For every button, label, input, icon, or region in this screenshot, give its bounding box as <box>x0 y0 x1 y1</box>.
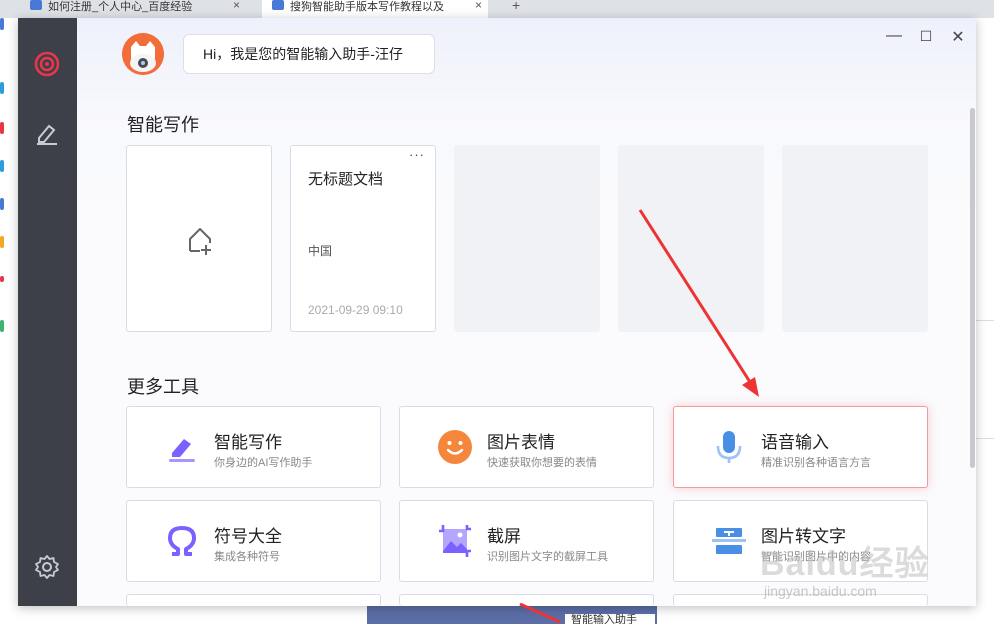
watermark-url: jingyan.baidu.com <box>764 583 877 599</box>
bottom-tooltip: 智能输入助手 <box>565 614 655 624</box>
assistant-window: Hi，我是您的智能输入助手-汪仔 — ☐ ✕ 智能写作 ··· 无标题文档 中国… <box>18 18 976 606</box>
favicon-icon <box>272 0 284 10</box>
document-title: 无标题文档 <box>308 171 384 188</box>
more-menu-icon[interactable]: ··· <box>409 147 425 162</box>
page-fragment-mark <box>0 320 4 332</box>
tool-name: 智能写作 <box>214 433 282 452</box>
ai-writing-icon <box>169 439 195 462</box>
browser-tab[interactable]: 如何注册_个人中心_百度经验 × <box>20 0 246 18</box>
tool-desc: 识别图片文字的截屏工具 <box>487 551 608 563</box>
background-page-right <box>976 18 994 624</box>
greeting-bubble: Hi，我是您的智能输入助手-汪仔 <box>183 34 435 74</box>
tool-name: 语音输入 <box>761 433 829 452</box>
document-location: 中国 <box>308 244 333 258</box>
page-fragment-mark <box>0 18 4 30</box>
screenshot-icon <box>439 525 471 557</box>
page-fragment-mark <box>0 236 4 248</box>
tool-name: 符号大全 <box>214 527 282 546</box>
close-button[interactable]: ✕ <box>949 27 967 47</box>
browser-tab-title: 搜狗智能助手版本写作教程以及 <box>290 1 444 13</box>
new-tab-button[interactable]: + <box>512 0 520 13</box>
page-fragment-mark <box>0 122 4 134</box>
new-document-icon <box>189 228 211 255</box>
page-fragment-mark <box>0 160 4 172</box>
tool-desc: 精准识别各种语言方言 <box>761 457 871 469</box>
minimize-button[interactable]: — <box>885 27 903 45</box>
page-fragment-mark <box>0 82 4 94</box>
image-to-text-icon <box>712 528 746 554</box>
emoji-icon <box>438 430 472 464</box>
document-placeholder <box>782 145 928 332</box>
document-placeholder <box>618 145 764 332</box>
sidebar <box>18 18 77 606</box>
tool-voice-input[interactable]: 语音输入 精准识别各种语言方言 <box>673 406 928 488</box>
tool-screenshot[interactable]: 截屏 识别图片文字的截屏工具 <box>399 500 654 582</box>
gear-icon[interactable] <box>34 554 60 580</box>
tool-desc: 集成各种符号 <box>214 551 280 563</box>
tool-desc: 你身边的AI写作助手 <box>214 457 313 469</box>
tool-card-partial[interactable] <box>399 594 654 606</box>
new-document-card[interactable] <box>126 145 272 332</box>
browser-tab-title: 如何注册_个人中心_百度经验 <box>48 1 193 13</box>
document-date: 2021-09-29 09:10 <box>308 303 403 317</box>
omega-icon <box>168 526 196 556</box>
pen-icon[interactable] <box>34 120 60 146</box>
tool-name: 图片表情 <box>487 433 555 452</box>
tool-name: 截屏 <box>487 527 521 546</box>
section-title-writing: 智能写作 <box>127 115 199 135</box>
page-fragment-mark <box>0 276 4 282</box>
maximize-button[interactable]: ☐ <box>917 28 935 45</box>
page-fragment-mark <box>0 198 4 210</box>
target-icon[interactable] <box>34 51 60 77</box>
favicon-icon <box>30 0 42 10</box>
tool-ai-writing[interactable]: 智能写作 你身边的AI写作助手 <box>126 406 381 488</box>
microphone-icon <box>716 431 742 463</box>
browser-tab-strip: 如何注册_个人中心_百度经验 × 搜狗智能助手版本写作教程以及 × + <box>0 0 994 18</box>
document-placeholder <box>454 145 600 332</box>
tool-card-partial[interactable] <box>126 594 381 606</box>
document-card[interactable]: ··· 无标题文档 中国 2021-09-29 09:10 <box>290 145 436 332</box>
tool-desc: 快速获取你想要的表情 <box>487 457 597 469</box>
background-page-left <box>0 18 18 624</box>
watermark-logo: Baidu经验 <box>760 545 930 583</box>
tab-close-icon[interactable]: × <box>233 0 240 12</box>
browser-tab-active[interactable]: 搜狗智能助手版本写作教程以及 × <box>262 0 488 18</box>
vertical-scrollbar[interactable] <box>970 108 975 468</box>
main-panel: Hi，我是您的智能输入助手-汪仔 — ☐ ✕ 智能写作 ··· 无标题文档 中国… <box>77 18 976 606</box>
tool-emoji[interactable]: 图片表情 快速获取你想要的表情 <box>399 406 654 488</box>
section-title-tools: 更多工具 <box>127 377 199 397</box>
avatar[interactable] <box>122 33 164 75</box>
tab-close-icon[interactable]: × <box>475 0 482 12</box>
tool-symbols[interactable]: 符号大全 集成各种符号 <box>126 500 381 582</box>
